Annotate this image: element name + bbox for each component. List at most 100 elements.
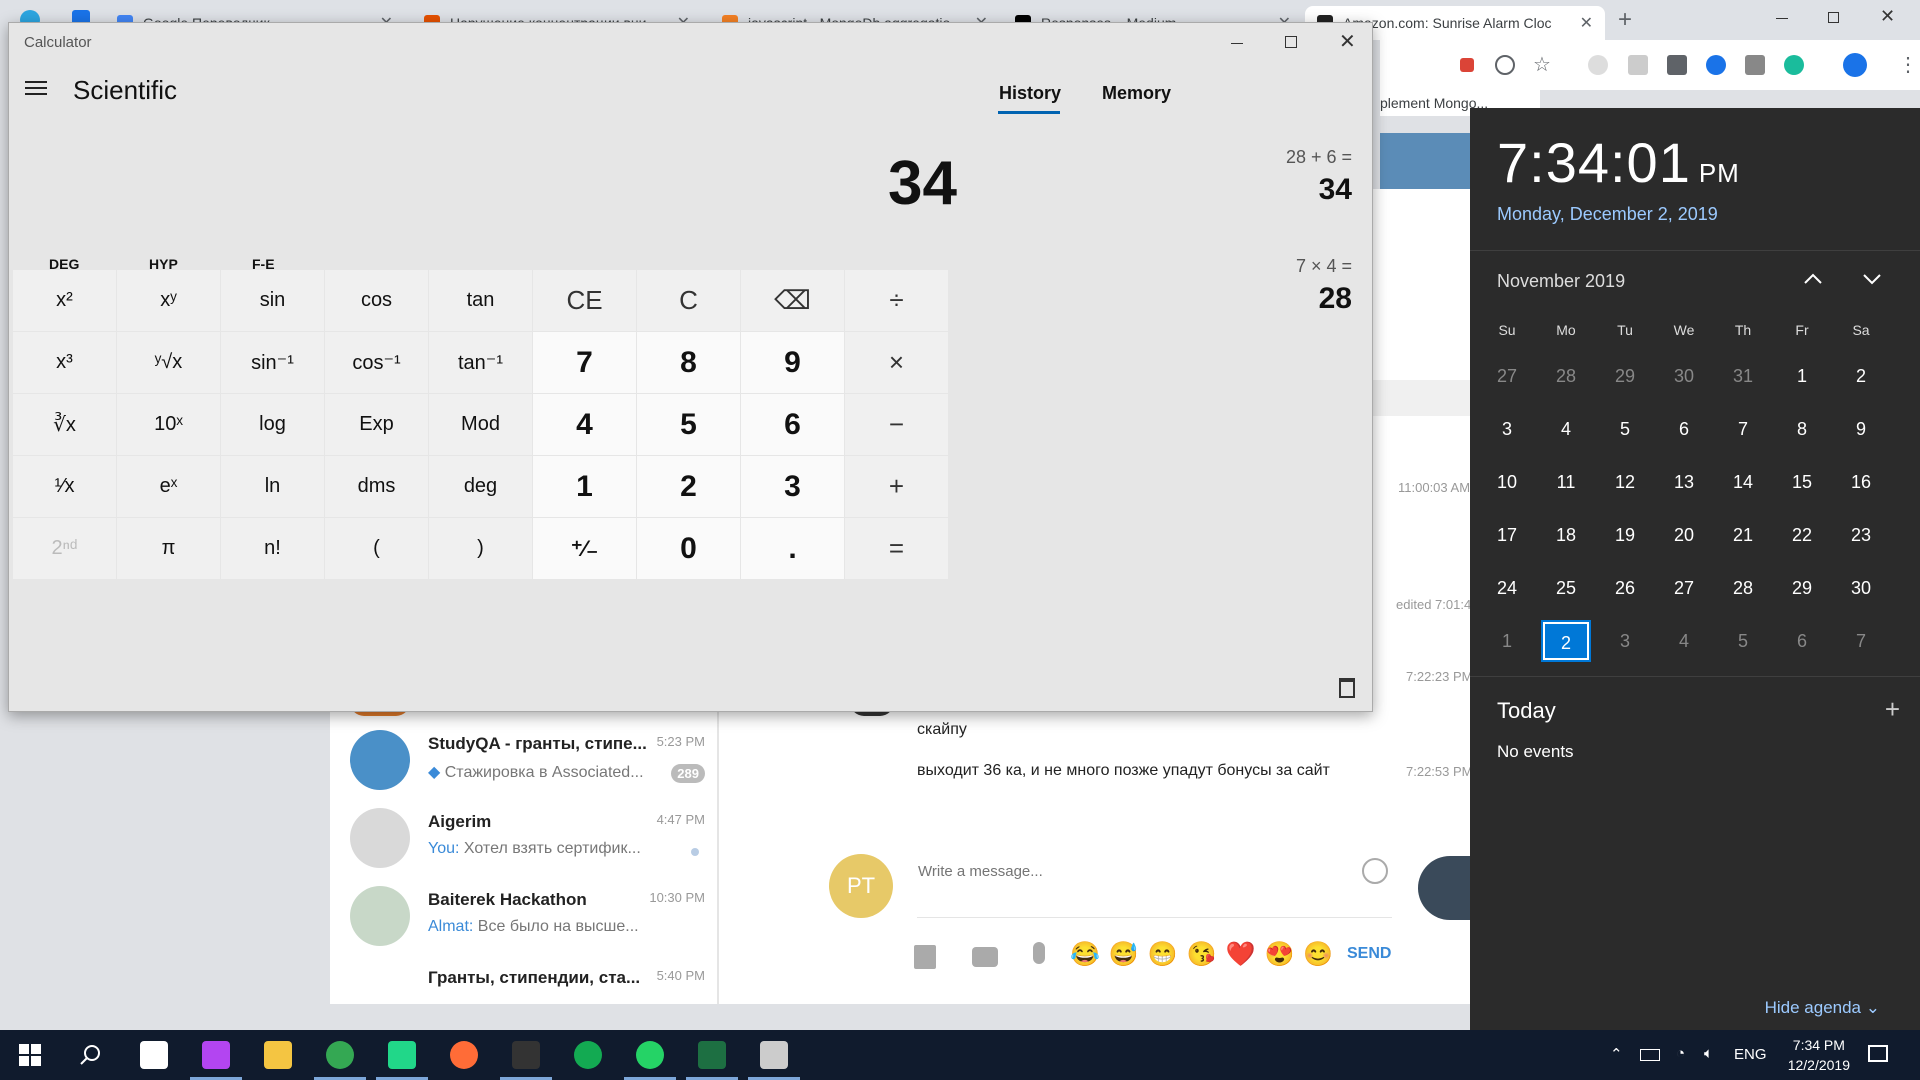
minus-button[interactable]: −: [845, 394, 948, 455]
message-input[interactable]: [918, 856, 1378, 886]
close-icon[interactable]: ✕: [1339, 29, 1356, 54]
calendar-day[interactable]: 18: [1541, 514, 1591, 556]
plus-button[interactable]: +: [845, 456, 948, 517]
chevron-up-icon[interactable]: [1802, 268, 1824, 290]
log-button[interactable]: log: [221, 394, 324, 455]
e-power-button[interactable]: eˣ: [117, 456, 220, 517]
date-link[interactable]: Monday, December 2, 2019: [1497, 204, 1718, 225]
calendar-day[interactable]: 28: [1541, 355, 1591, 397]
exp-button[interactable]: Exp: [325, 394, 428, 455]
calendar-day[interactable]: 8: [1777, 408, 1827, 450]
close-paren-button[interactable]: ): [429, 518, 532, 579]
emoji-shortcut[interactable]: 😘: [1187, 940, 1217, 969]
calendar-day[interactable]: 27: [1659, 567, 1709, 609]
calendar-day[interactable]: 21: [1718, 514, 1768, 556]
calendar-day[interactable]: 6: [1777, 620, 1827, 662]
calendar-day[interactable]: 28: [1718, 567, 1768, 609]
close-icon[interactable]: ✕: [1880, 6, 1895, 27]
extension-icon[interactable]: [1588, 55, 1608, 75]
clear-button[interactable]: C: [637, 270, 740, 331]
cos-button[interactable]: cos: [325, 270, 428, 331]
calendar-day[interactable]: 7: [1836, 620, 1886, 662]
ethereum-icon[interactable]: [1706, 55, 1726, 75]
delete-history-icon[interactable]: [1339, 678, 1355, 698]
profile-avatar[interactable]: [1843, 53, 1867, 77]
calendar-day[interactable]: 12: [1600, 461, 1650, 503]
taskbar-app-postman[interactable]: [434, 1030, 494, 1080]
taskbar-app-mongodb-compass[interactable]: [558, 1030, 618, 1080]
taskbar-app-pycharm[interactable]: [372, 1030, 432, 1080]
digit-6-button[interactable]: 6: [741, 394, 844, 455]
extension-icon[interactable]: [1628, 55, 1648, 75]
drive-icon[interactable]: [1745, 55, 1765, 75]
arctan-button[interactable]: tan⁻¹: [429, 332, 532, 393]
calendar-day[interactable]: 17: [1482, 514, 1532, 556]
history-expression[interactable]: 7 × 4 =: [1296, 256, 1352, 277]
calendar-day[interactable]: 5: [1718, 620, 1768, 662]
volume-icon[interactable]: 🔈︎: [1704, 1045, 1713, 1062]
emoji-shortcut[interactable]: ❤️: [1226, 940, 1256, 969]
ten-power-button[interactable]: 10ˣ: [117, 394, 220, 455]
battery-icon[interactable]: [1640, 1049, 1660, 1061]
digit-0-button[interactable]: 0: [637, 518, 740, 579]
arcsin-button[interactable]: sin⁻¹: [221, 332, 324, 393]
tab-history[interactable]: History: [999, 83, 1061, 104]
sin-button[interactable]: sin: [221, 270, 324, 331]
open-paren-button[interactable]: (: [325, 518, 428, 579]
camera-icon[interactable]: [972, 947, 998, 967]
square-button[interactable]: x²: [13, 270, 116, 331]
calendar-day[interactable]: 15: [1777, 461, 1827, 503]
emoji-shortcut[interactable]: 😊: [1303, 940, 1333, 969]
calendar-day[interactable]: 1: [1482, 620, 1532, 662]
taskbar-app-terminal[interactable]: [496, 1030, 556, 1080]
calendar-day[interactable]: 30: [1836, 567, 1886, 609]
month-label[interactable]: November 2019: [1497, 271, 1625, 292]
minimize-icon[interactable]: [1231, 43, 1243, 44]
calendar-day[interactable]: 5: [1600, 408, 1650, 450]
extension-icon[interactable]: [1667, 55, 1687, 75]
calendar-day[interactable]: 7: [1718, 408, 1768, 450]
taskbar-app-calculator[interactable]: [744, 1030, 804, 1080]
cube-button[interactable]: x³: [13, 332, 116, 393]
calendar-day[interactable]: 31: [1718, 355, 1768, 397]
emoji-shortcut[interactable]: 😅: [1109, 940, 1139, 969]
calendar-day[interactable]: 2: [1836, 355, 1886, 397]
hamburger-menu-icon[interactable]: [25, 81, 47, 97]
calendar-day[interactable]: 26: [1600, 567, 1650, 609]
start-button[interactable]: [0, 1030, 60, 1080]
y-root-button[interactable]: ʸ√x: [117, 332, 220, 393]
cube-root-button[interactable]: ∛x: [13, 394, 116, 455]
backspace-button[interactable]: ⌫: [741, 270, 844, 331]
show-hidden-icons[interactable]: ⌃: [1610, 1045, 1623, 1063]
digit-2-button[interactable]: 2: [637, 456, 740, 517]
digit-9-button[interactable]: 9: [741, 332, 844, 393]
calendar-day[interactable]: 20: [1659, 514, 1709, 556]
calendar-day[interactable]: 30: [1659, 355, 1709, 397]
bookmark-star-icon[interactable]: ☆: [1533, 52, 1551, 77]
reciprocal-button[interactable]: ¹⁄x: [13, 456, 116, 517]
hide-agenda-button[interactable]: Hide agenda ⌄: [1765, 998, 1880, 1018]
taskbar-app-phpstorm[interactable]: [186, 1030, 246, 1080]
notifications-icon[interactable]: [1868, 1045, 1888, 1062]
clear-entry-button[interactable]: CE: [533, 270, 636, 331]
calendar-day[interactable]: 3: [1482, 408, 1532, 450]
calendar-day[interactable]: 11: [1541, 461, 1591, 503]
maximize-icon[interactable]: [1285, 36, 1297, 48]
add-icon[interactable]: [1495, 55, 1515, 75]
calendar-day[interactable]: 25: [1541, 567, 1591, 609]
microphone-icon[interactable]: [1033, 942, 1045, 964]
emoji-shortcut[interactable]: 😍: [1264, 940, 1294, 969]
minimize-icon[interactable]: [1776, 18, 1788, 19]
add-event-icon[interactable]: +: [1885, 694, 1900, 725]
second-button[interactable]: 2ⁿᵈ: [13, 518, 116, 579]
deg-button[interactable]: deg: [429, 456, 532, 517]
tan-button[interactable]: tan: [429, 270, 532, 331]
history-result[interactable]: 34: [1319, 173, 1352, 207]
language-indicator[interactable]: ENG: [1734, 1046, 1767, 1063]
calendar-day[interactable]: 4: [1541, 408, 1591, 450]
factorial-button[interactable]: n!: [221, 518, 324, 579]
menu-icon[interactable]: ⋮: [1898, 52, 1918, 77]
digit-8-button[interactable]: 8: [637, 332, 740, 393]
calendar-day[interactable]: 19: [1600, 514, 1650, 556]
calendar-day[interactable]: 16: [1836, 461, 1886, 503]
